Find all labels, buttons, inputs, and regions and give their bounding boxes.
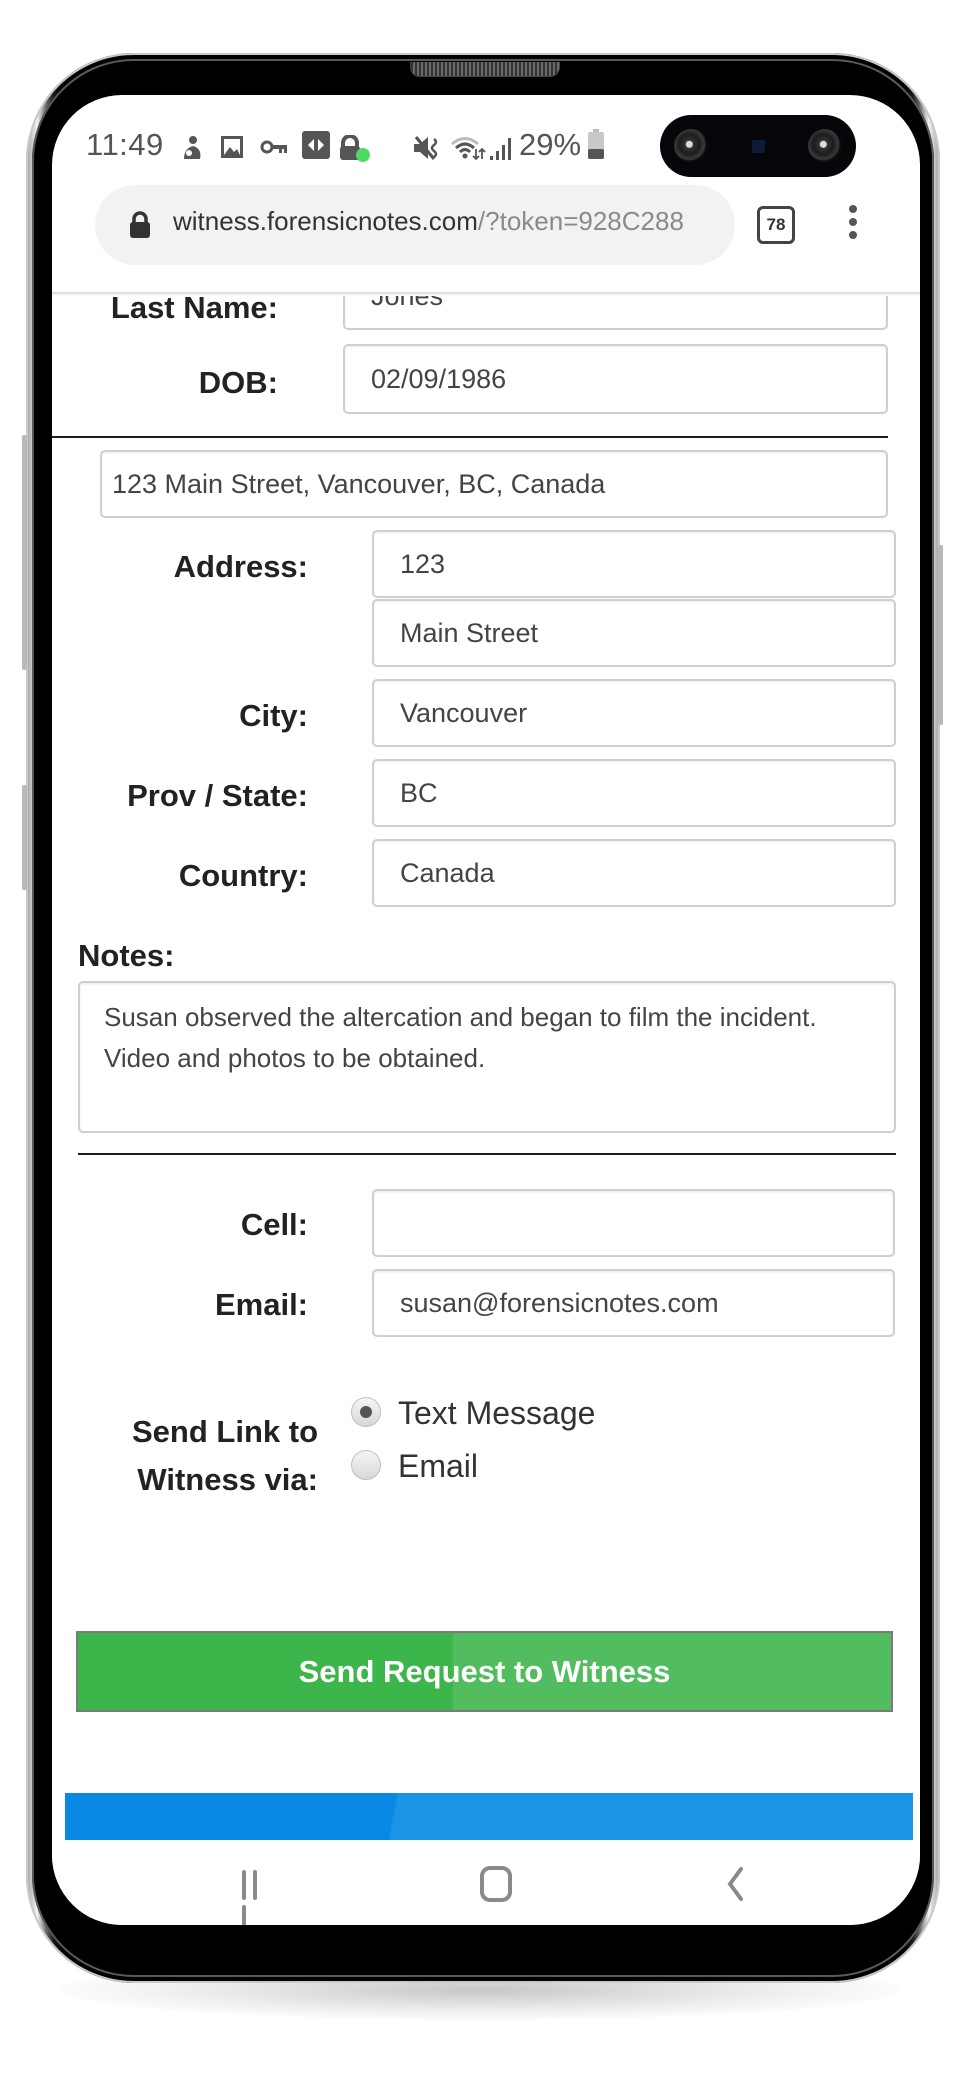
phone-screen: 11:49 29% witness.forensicnotes.com/?tok… [52,95,920,1925]
address-label: Address: [173,549,308,584]
radio-email-label[interactable]: Email [398,1448,478,1485]
prov-state-input[interactable]: BC [372,759,896,827]
country-input[interactable]: Canada [372,839,896,907]
radio-email[interactable] [351,1450,381,1480]
city-value: Vancouver [400,697,528,728]
dob-value: 02/09/1986 [371,363,507,394]
lock-icon [130,211,150,238]
send-via-label-line2: Witness via: [137,1462,318,1497]
section-divider [78,1153,896,1155]
notes-textarea[interactable]: Susan observed the altercation and began… [78,981,896,1133]
bixby-button [22,435,27,670]
section-divider [52,436,888,438]
last-name-input[interactable]: Jones [343,292,888,330]
camera-lens-icon [674,129,708,163]
email-input[interactable]: susan@forensicnotes.com [372,1269,895,1337]
email-value: susan@forensicnotes.com [400,1287,719,1318]
app-icon [302,131,330,159]
radio-text-message-label[interactable]: Text Message [398,1395,595,1432]
camera-lens-icon [808,129,842,163]
vpn-lock-icon [340,135,370,162]
key-icon [260,140,287,154]
cell-input[interactable] [372,1189,895,1257]
battery-icon [588,129,604,159]
person-notification-icon [184,136,201,159]
battery-percent: 29% [519,127,582,162]
email-label: Email: [214,1287,308,1322]
last-name-label: Last Name: [110,292,278,325]
earpiece-speaker [410,62,560,77]
notes-value: Susan observed the altercation and began… [104,1002,817,1073]
notes-label: Notes: [78,938,175,973]
gallery-icon [221,136,243,158]
back-icon[interactable] [725,1866,745,1902]
address-line2-value: Main Street [400,617,539,648]
address-line1-input[interactable]: 123 [372,530,896,598]
city-input[interactable]: Vancouver [372,679,896,747]
mute-icon [414,136,438,160]
city-label: City: [239,698,308,733]
radio-text-message[interactable] [351,1397,381,1427]
witness-form: Last Name: Jones DOB: 02/09/1986 123 Mai… [52,292,920,1840]
url-text: witness.forensicnotes.com/?token=928C288 [173,206,718,237]
signal-icon [490,138,511,160]
cell-label: Cell: [240,1207,308,1242]
dob-label: DOB: [198,365,278,400]
country-label: Country: [178,858,308,893]
prov-state-label: Prov / State: [127,778,308,813]
page-footer: © 2019 TwiceSafe Software Solutions Inc.… [65,1793,913,1840]
address-line2-input[interactable]: Main Street [372,599,896,667]
browser-menu-icon[interactable] [848,205,858,245]
status-time: 11:49 [86,127,164,162]
tab-switcher-button[interactable]: 78 [757,206,795,244]
toolbar-shadow [52,292,920,296]
camera-sensor-icon [752,140,765,153]
power-button [938,545,943,725]
send-via-label: Send Link to Witness via: [52,1408,318,1504]
address-bar[interactable]: witness.forensicnotes.com/?token=928C288 [95,185,735,265]
dob-input[interactable]: 02/09/1986 [343,344,888,414]
address-line1-value: 123 [400,548,446,579]
url-domain: witness.forensicnotes.com [173,206,478,236]
address-autocomplete-value: 123 Main Street, Vancouver, BC, Canada [112,468,606,499]
system-nav-bar [52,1840,920,1925]
address-autocomplete-input[interactable]: 123 Main Street, Vancouver, BC, Canada [100,450,888,518]
recent-apps-icon[interactable] [242,1870,274,1925]
prov-state-value: BC [400,777,438,808]
country-value: Canada [400,857,495,888]
send-request-button[interactable]: Send Request to Witness [76,1631,893,1712]
url-path: /?token=928C288 [477,206,684,236]
home-icon[interactable] [480,1866,512,1902]
wifi-icon [451,137,486,161]
send-via-label-line1: Send Link to [132,1414,318,1449]
front-camera [660,115,856,177]
volume-button [22,785,27,890]
